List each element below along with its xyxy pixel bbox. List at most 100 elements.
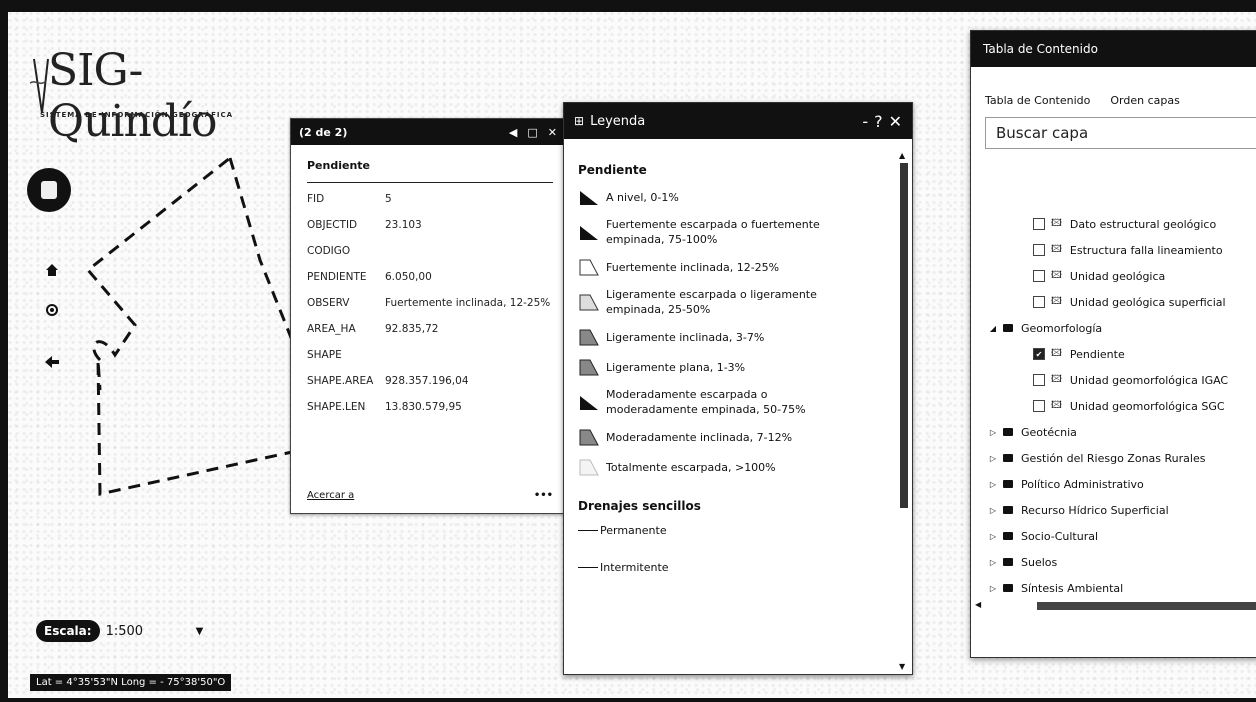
toc-layer-item[interactable]: 🖾 Estructura falla lineamiento bbox=[971, 237, 1256, 263]
legend-swatch-icon bbox=[578, 187, 600, 207]
attribute-key: SHAPE.LEN bbox=[307, 401, 366, 413]
layer-checkbox[interactable] bbox=[1033, 374, 1045, 386]
legend-swatch-icon bbox=[578, 457, 600, 477]
chevron-down-icon[interactable]: ▼ bbox=[196, 626, 204, 637]
scroll-thumb[interactable] bbox=[900, 163, 908, 508]
more-options-icon[interactable]: ••• bbox=[534, 490, 553, 501]
legend-section-pendiente: Pendiente bbox=[578, 163, 647, 177]
scroll-thumb[interactable] bbox=[1037, 602, 1256, 610]
layer-checkbox[interactable] bbox=[1033, 296, 1045, 308]
tab-orden-capas[interactable]: Orden capas bbox=[1110, 94, 1179, 107]
caret-right-icon[interactable]: ▷ bbox=[987, 558, 999, 567]
folder-icon bbox=[1003, 454, 1013, 462]
caret-right-icon[interactable]: ▷ bbox=[987, 532, 999, 541]
legend-swatch-icon bbox=[578, 427, 600, 447]
maximize-icon[interactable]: □ bbox=[527, 126, 537, 139]
toc-layer-item[interactable]: 🖾 Unidad geológica superficial bbox=[971, 289, 1256, 315]
search-layer-input[interactable]: Buscar capa bbox=[985, 117, 1256, 149]
legend-item-label: Ligeramente plana, 1-3% bbox=[606, 360, 746, 374]
legend-item: Ligeramente escarpada o ligeramente empi… bbox=[578, 287, 912, 317]
locate-icon bbox=[46, 304, 58, 316]
caret-down-icon[interactable]: ◢ bbox=[987, 324, 999, 333]
toc-group-item[interactable]: ▷ Político Administrativo bbox=[971, 471, 1256, 497]
scroll-up-icon[interactable]: ▲ bbox=[899, 151, 905, 160]
scale-control[interactable]: Escala: 1:500 ▼ bbox=[36, 620, 203, 642]
legend-title: Leyenda bbox=[590, 113, 646, 129]
scroll-down-icon[interactable]: ▼ bbox=[899, 662, 905, 671]
layer-checkbox[interactable] bbox=[1033, 400, 1045, 412]
legend-item-label: Moderadamente escarpada o moderadamente … bbox=[606, 388, 806, 416]
toc-layer-item[interactable]: 🖾 Unidad geológica bbox=[971, 263, 1256, 289]
legend-item: A nivel, 0-1% bbox=[578, 187, 912, 207]
layer-image-icon: 🖾 bbox=[1051, 373, 1062, 385]
caret-right-icon[interactable]: ▷ bbox=[987, 480, 999, 489]
zoom-to-link[interactable]: Acercar a bbox=[307, 490, 354, 501]
close-icon[interactable]: ✕ bbox=[548, 126, 557, 139]
attribute-row: OBSERV Fuertemente inclinada, 12-25% bbox=[307, 297, 553, 323]
logo-subtitle: SISTEMA DE INFORMACIÓN GEOGRÁFICA bbox=[40, 111, 234, 119]
layer-label: Estructura falla lineamiento bbox=[1069, 243, 1223, 257]
prev-feature-icon[interactable]: ◀ bbox=[509, 126, 517, 139]
attribute-row: CODIGO bbox=[307, 245, 553, 271]
folder-icon bbox=[1003, 506, 1013, 514]
folder-icon bbox=[1003, 558, 1013, 566]
group-label: Geomorfología bbox=[1021, 321, 1103, 335]
toc-group-item[interactable]: ▷ Suelos bbox=[971, 549, 1256, 575]
help-icon[interactable]: ? bbox=[874, 112, 883, 131]
legend-item-label: Ligeramente escarpada o ligeramente empi… bbox=[606, 288, 817, 316]
caret-right-icon[interactable]: ▷ bbox=[987, 428, 999, 437]
toc-horizontal-scrollbar[interactable]: ◀ bbox=[975, 600, 1256, 611]
layer-label: Unidad geológica superficial bbox=[1069, 295, 1226, 309]
attribute-value: 928.357.196,04 bbox=[385, 375, 469, 387]
legend-item: Ligeramente inclinada, 3-7% bbox=[578, 327, 912, 347]
toc-group-item[interactable]: ▷ Socio-Cultural bbox=[971, 523, 1256, 549]
layer-image-icon: 🖾 bbox=[1051, 269, 1062, 281]
legend-item-label: Ligeramente inclinada, 3-7% bbox=[606, 330, 765, 344]
toc-group-item[interactable]: ▷ Síntesis Ambiental bbox=[971, 575, 1256, 601]
close-icon[interactable]: ✕ bbox=[889, 112, 902, 131]
toc-group-item[interactable]: ▷ Geotécnia bbox=[971, 419, 1256, 445]
attribute-row: SHAPE.AREA 928.357.196,04 bbox=[307, 375, 553, 401]
legend-scrollbar[interactable]: ▲ ▼ bbox=[899, 151, 909, 671]
layer-checkbox[interactable] bbox=[1033, 218, 1045, 230]
minimize-icon[interactable]: - bbox=[862, 112, 868, 131]
attribute-list: FID 5 OBJECTID 23.103 CODIGO PENDIENTE 6.0… bbox=[307, 193, 553, 427]
toc-group-item[interactable]: ▷ Gestión del Riesgo Zonas Rurales bbox=[971, 445, 1256, 471]
scroll-left-icon[interactable]: ◀ bbox=[975, 600, 981, 609]
toc-layer-item[interactable]: 🖾 Unidad geomorfológica SGC bbox=[971, 393, 1256, 419]
toc-layer-item[interactable]: ✔ 🖾 Pendiente bbox=[971, 341, 1256, 367]
layers-icon bbox=[41, 181, 57, 199]
legend-item-label: Permanente bbox=[600, 524, 667, 537]
legend-icon: ⊞ bbox=[574, 114, 585, 128]
layer-checkbox[interactable] bbox=[1033, 244, 1045, 256]
attribute-row: FID 5 bbox=[307, 193, 553, 219]
group-label: Geotécnia bbox=[1021, 425, 1077, 439]
caret-right-icon[interactable]: ▷ bbox=[987, 454, 999, 463]
caret-right-icon[interactable]: ▷ bbox=[987, 506, 999, 515]
layer-checkbox[interactable] bbox=[1033, 270, 1045, 282]
toc-group-item[interactable]: ▷ Recurso Hídrico Superficial bbox=[971, 497, 1256, 523]
legend-swatch-icon bbox=[578, 327, 600, 347]
popup-header: (2 de 2) ◀ □ ✕ bbox=[291, 119, 565, 145]
scale-value[interactable]: 1:500 bbox=[106, 624, 196, 639]
toc-group-item[interactable]: ◢ Geomorfología bbox=[971, 315, 1256, 341]
folder-icon bbox=[1003, 324, 1013, 332]
legend-swatch-icon bbox=[578, 392, 600, 412]
attribute-key: OBSERV bbox=[307, 297, 350, 309]
caret-right-icon[interactable]: ▷ bbox=[987, 584, 999, 593]
legend-item-label: Moderadamente inclinada, 7-12% bbox=[606, 430, 793, 444]
legend-swatch-icon bbox=[578, 292, 600, 312]
layer-checkbox[interactable]: ✔ bbox=[1033, 348, 1045, 360]
legend-header[interactable]: ⊞ Leyenda - ? ✕ bbox=[564, 103, 912, 139]
attribute-value: 13.830.579,95 bbox=[385, 401, 462, 413]
legend-item: Ligeramente plana, 1-3% bbox=[578, 357, 912, 377]
legend-line-item: Permanente bbox=[578, 523, 912, 538]
legend-item-label: Totalmente escarpada, >100% bbox=[606, 460, 776, 474]
attribute-key: SHAPE bbox=[307, 349, 342, 361]
toc-layer-item[interactable]: 🖾 Unidad geomorfológica IGAC bbox=[971, 367, 1256, 393]
map-feature-polygon[interactable] bbox=[60, 140, 300, 510]
toc-layer-item[interactable]: 🖾 Dato estructural geológico bbox=[971, 211, 1256, 237]
tab-tabla-de-contenido[interactable]: Tabla de Contenido bbox=[985, 94, 1090, 107]
layer-label: Dato estructural geológico bbox=[1069, 217, 1217, 231]
legend-item-label: Intermitente bbox=[600, 561, 669, 574]
